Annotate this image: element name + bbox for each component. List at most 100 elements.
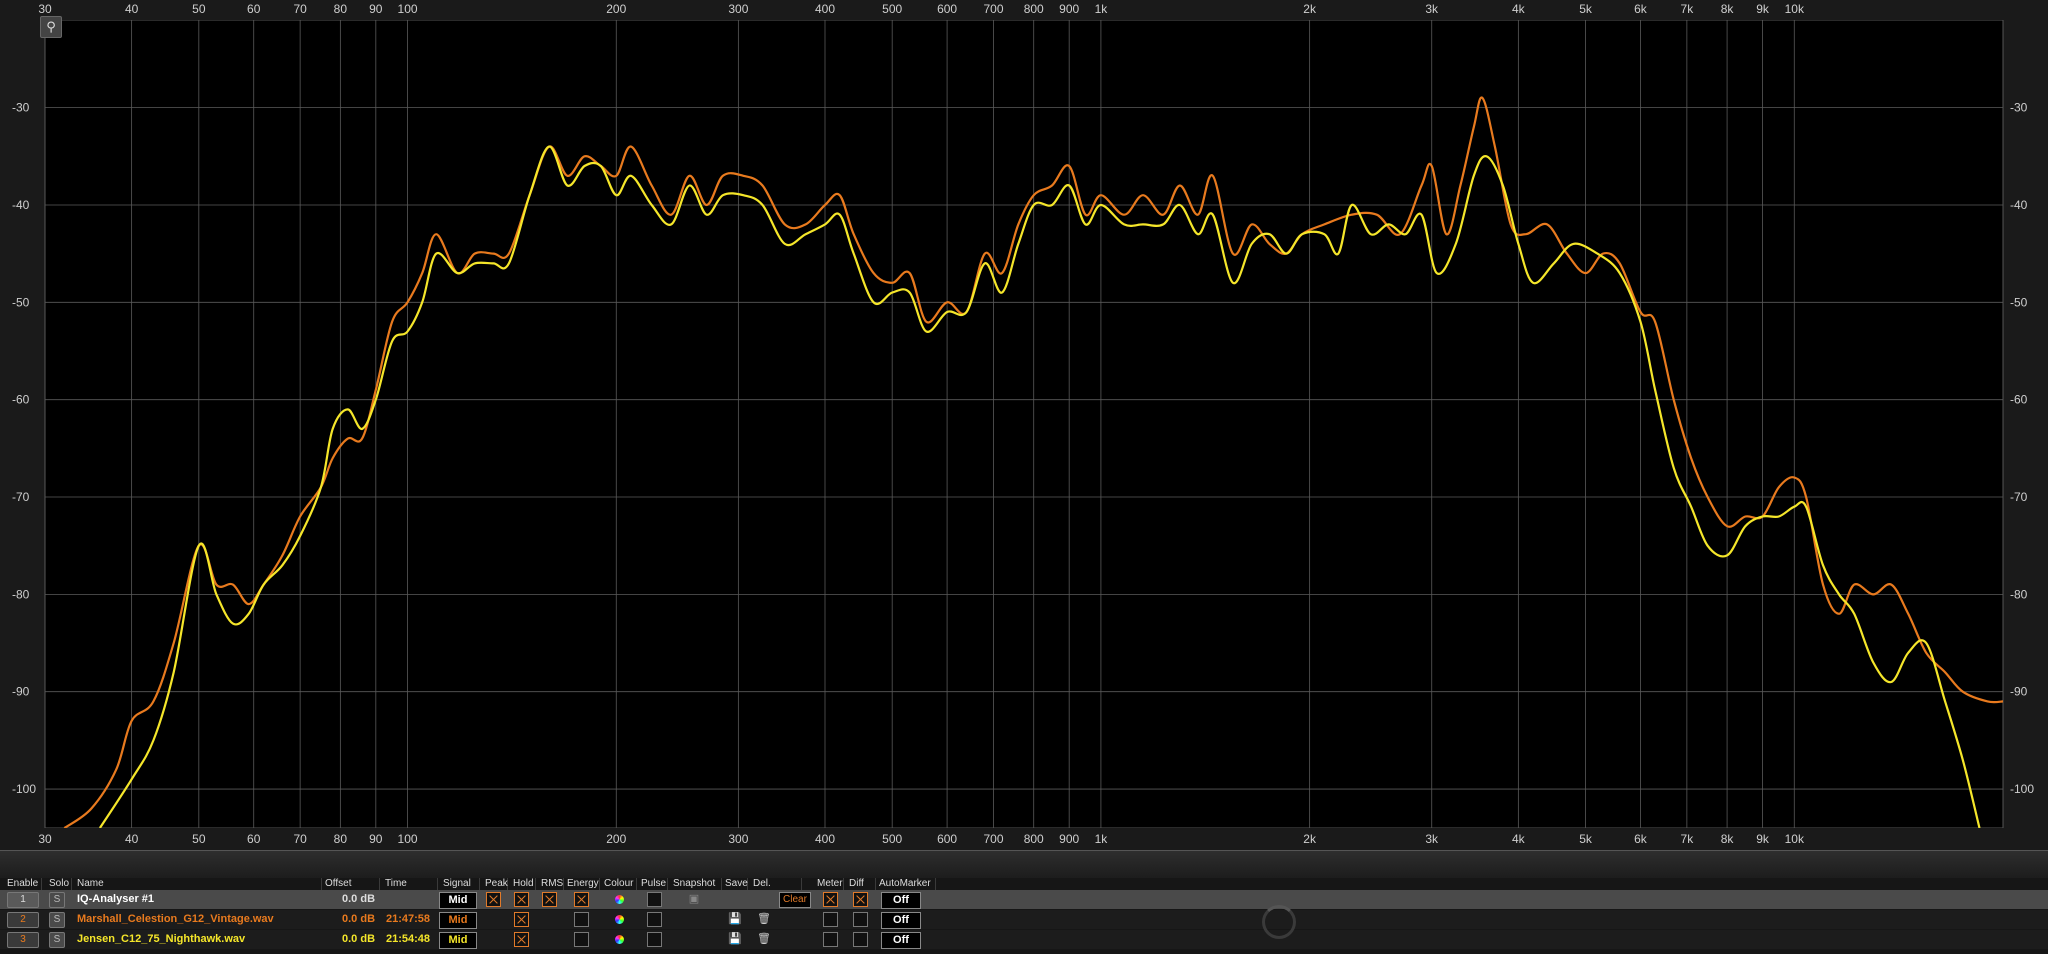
signal-select[interactable]: Mid <box>439 892 477 909</box>
header-automarker: AutoMarker <box>876 878 936 890</box>
x-tick-label-top: 300 <box>728 2 748 16</box>
x-tick-label-top: 90 <box>369 2 383 16</box>
y-tick-label-left: -100 <box>12 782 36 796</box>
diff-checkbox[interactable] <box>853 932 868 947</box>
panel-divider[interactable] <box>0 850 2048 880</box>
x-tick-label-bottom: 7k <box>1681 832 1695 846</box>
x-tick-label-top: 900 <box>1059 2 1079 16</box>
automarker-button[interactable]: Off <box>881 932 921 949</box>
solo-button[interactable]: S <box>49 892 65 908</box>
trash-icon[interactable]: 🗑 <box>757 933 771 946</box>
camera-icon[interactable]: ▣ <box>688 893 700 906</box>
solo-button[interactable]: S <box>49 932 65 948</box>
offset-value[interactable]: 0.0 dB <box>342 910 375 929</box>
x-tick-label-bottom: 8k <box>1721 832 1735 846</box>
x-tick-label-bottom: 100 <box>398 832 418 846</box>
loading-spinner-icon <box>1262 905 1296 939</box>
table-row[interactable]: 1 S IQ-Analyser #1 0.0 dB Mid ▣ Clear Of… <box>0 890 2048 909</box>
diff-checkbox[interactable] <box>853 892 868 907</box>
offset-value[interactable]: 0.0 dB <box>342 930 375 949</box>
header-rms: RMS <box>538 878 564 890</box>
x-tick-label-bottom: 800 <box>1024 832 1044 846</box>
peak-checkbox[interactable] <box>486 892 501 907</box>
time-value: 21:54:48 <box>386 933 431 945</box>
table-row[interactable]: 3 S Jensen_C12_75_Nighthawk.wav 0.0 dB 2… <box>0 930 2048 949</box>
enable-toggle[interactable]: 2 <box>7 912 39 928</box>
x-tick-label-top: 70 <box>293 2 307 16</box>
header-name: Name <box>74 878 322 890</box>
header-save: Save <box>722 878 748 890</box>
header-signal: Signal <box>440 878 480 890</box>
x-tick-label-top: 700 <box>983 2 1003 16</box>
meter-checkbox[interactable] <box>823 912 838 927</box>
y-tick-label-right: -40 <box>2010 198 2028 212</box>
automarker-button[interactable]: Off <box>881 912 921 929</box>
automarker-button[interactable]: Off <box>881 892 921 909</box>
x-tick-label-bottom: 2k <box>1303 832 1317 846</box>
energy-checkbox[interactable] <box>574 932 589 947</box>
y-tick-label-right: -30 <box>2010 101 2028 115</box>
spectrum-plot[interactable]: 30 30 40 40 50 50 60 60 70 70 80 80 90 90 100 100 200 200… <box>0 0 2048 850</box>
x-tick-label-top: 10k <box>1785 2 1805 16</box>
colour-wheel-icon[interactable] <box>615 915 624 924</box>
energy-checkbox[interactable] <box>574 912 589 927</box>
save-icon[interactable]: 💾 <box>728 933 742 946</box>
meter-checkbox[interactable] <box>823 932 838 947</box>
spectrum-analyser[interactable]: 30 30 40 40 50 50 60 60 70 70 80 80 90 90 100 100 200 200… <box>0 0 2048 850</box>
x-tick-label-bottom: 80 <box>334 832 348 846</box>
y-tick-label-right: -70 <box>2010 490 2028 504</box>
x-tick-label-bottom: 6k <box>1634 832 1648 846</box>
header-snapshot: Snapshot <box>670 878 722 890</box>
track-name[interactable]: Jensen_C12_75_Nighthawk.wav <box>77 930 245 949</box>
x-tick-label-bottom: 50 <box>192 832 206 846</box>
x-tick-label-top: 500 <box>882 2 902 16</box>
x-tick-label-bottom: 300 <box>728 832 748 846</box>
x-tick-label-bottom: 4k <box>1512 832 1526 846</box>
track-table: Enable Solo Name Offset Time Signal Peak… <box>0 878 2048 954</box>
x-tick-label-bottom: 600 <box>937 832 957 846</box>
offset-value[interactable]: 0.0 dB <box>342 890 375 909</box>
x-tick-label-top: 200 <box>606 2 626 16</box>
magnifier-icon[interactable]: ⚲ <box>40 16 62 38</box>
y-tick-label-left: -50 <box>12 295 30 309</box>
clear-button[interactable]: Clear <box>779 892 811 908</box>
pulse-checkbox[interactable] <box>647 892 662 907</box>
x-tick-label-bottom: 200 <box>606 832 626 846</box>
signal-select[interactable]: Mid <box>439 912 477 929</box>
y-tick-label-right: -60 <box>2010 393 2028 407</box>
x-tick-label-bottom: 40 <box>125 832 139 846</box>
header-peak: Peak <box>482 878 508 890</box>
y-tick-label-left: -90 <box>12 685 30 699</box>
x-tick-label-top: 50 <box>192 2 206 16</box>
enable-toggle[interactable]: 1 <box>7 892 39 908</box>
track-name[interactable]: IQ-Analyser #1 <box>77 890 154 909</box>
table-row[interactable]: 2 S Marshall_Celestion_G12_Vintage.wav 0… <box>0 910 2048 929</box>
x-tick-label-bottom: 70 <box>293 832 307 846</box>
hold-checkbox[interactable] <box>514 912 529 927</box>
x-tick-label-top: 6k <box>1634 2 1648 16</box>
pulse-checkbox[interactable] <box>647 932 662 947</box>
solo-button[interactable]: S <box>49 912 65 928</box>
x-tick-label-top: 5k <box>1579 2 1593 16</box>
y-tick-label-left: -60 <box>12 393 30 407</box>
header-meter: Meter <box>814 878 844 890</box>
meter-checkbox[interactable] <box>823 892 838 907</box>
energy-checkbox[interactable] <box>574 892 589 907</box>
track-name[interactable]: Marshall_Celestion_G12_Vintage.wav <box>77 910 274 929</box>
save-icon[interactable]: 💾 <box>728 913 742 926</box>
x-tick-label-top: 400 <box>815 2 835 16</box>
enable-toggle[interactable]: 3 <box>7 932 39 948</box>
trash-icon[interactable]: 🗑 <box>757 913 771 926</box>
hold-checkbox[interactable] <box>514 932 529 947</box>
x-tick-label-bottom: 400 <box>815 832 835 846</box>
header-time: Time <box>382 878 438 890</box>
rms-checkbox[interactable] <box>542 892 557 907</box>
x-tick-label-bottom: 900 <box>1059 832 1079 846</box>
colour-wheel-icon[interactable] <box>615 935 624 944</box>
diff-checkbox[interactable] <box>853 912 868 927</box>
colour-wheel-icon[interactable] <box>615 895 624 904</box>
x-tick-label-top: 4k <box>1512 2 1526 16</box>
signal-select[interactable]: Mid <box>439 932 477 949</box>
hold-checkbox[interactable] <box>514 892 529 907</box>
pulse-checkbox[interactable] <box>647 912 662 927</box>
